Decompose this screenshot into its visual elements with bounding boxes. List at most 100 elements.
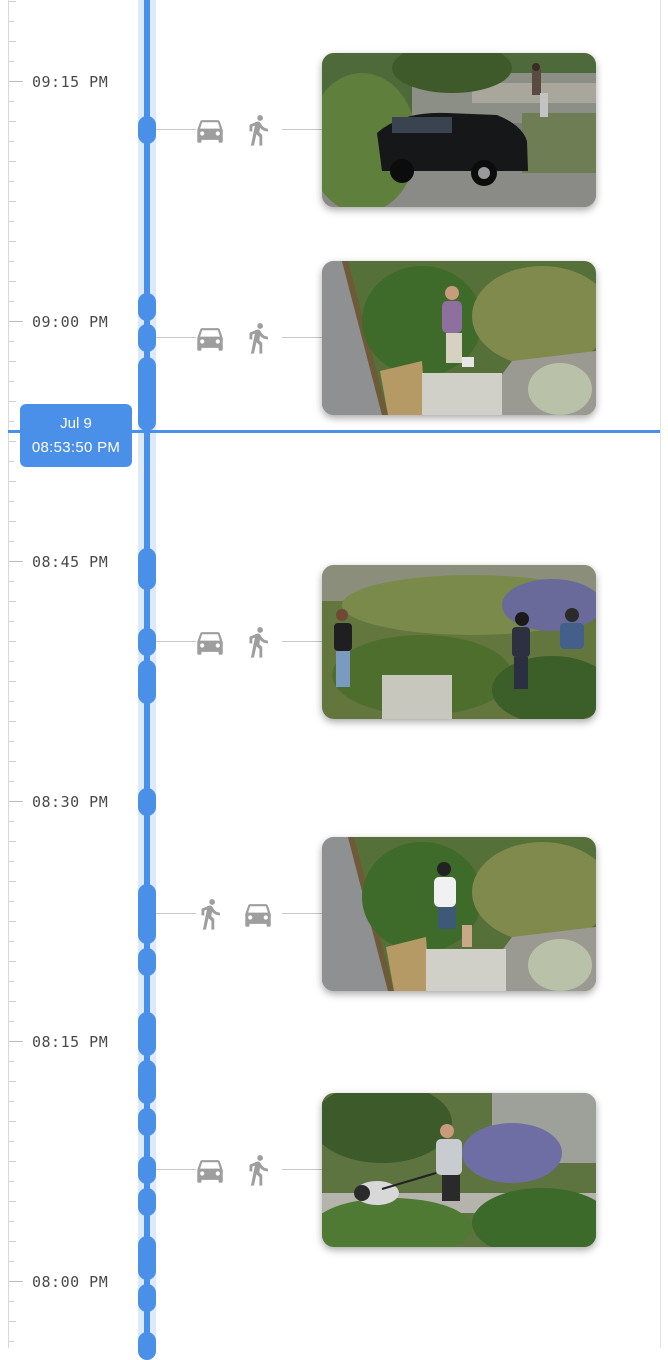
ruler-minor-tick (9, 1061, 14, 1062)
event-snapshot[interactable] (322, 261, 596, 415)
ruler-minor-tick (9, 161, 16, 162)
event-snapshot[interactable] (322, 837, 596, 991)
ruler-minor-tick (9, 1141, 14, 1142)
ruler-minor-tick (9, 641, 16, 642)
ruler-major-tick (9, 561, 23, 562)
ruler-minor-tick (9, 981, 14, 982)
ruler-minor-tick (9, 1121, 16, 1122)
ruler-minor-tick (9, 1001, 16, 1002)
event-marker[interactable] (138, 628, 156, 656)
time-label-0915: 09:15 PM (32, 73, 109, 91)
event-marker[interactable] (138, 293, 156, 321)
ruler-minor-tick (9, 761, 16, 762)
event-marker[interactable] (138, 357, 156, 431)
ruler-minor-tick (9, 401, 16, 402)
event-marker[interactable] (138, 1156, 156, 1184)
ruler-minor-tick (9, 601, 16, 602)
ruler-minor-tick (9, 681, 16, 682)
pedestrian-icon (192, 896, 228, 932)
ruler-minor-tick (9, 21, 14, 22)
current-time-badge[interactable]: Jul 9 08:53:50 PM (20, 404, 132, 467)
ruler-minor-tick (9, 341, 14, 342)
event-snapshot[interactable] (322, 565, 596, 719)
ruler-minor-tick (9, 181, 14, 182)
ruler-minor-tick (9, 1021, 14, 1022)
event-marker[interactable] (138, 1188, 156, 1216)
ruler-minor-tick (9, 281, 16, 282)
event-connector (156, 641, 196, 642)
event-connector (156, 337, 196, 338)
event-marker[interactable] (138, 1332, 156, 1360)
ruler-minor-tick (9, 201, 16, 202)
event-marker[interactable] (138, 884, 156, 944)
pedestrian-icon (240, 320, 276, 356)
event-connector (282, 337, 322, 338)
car-icon (240, 896, 276, 932)
event-connector (282, 913, 322, 914)
event-connector (156, 129, 196, 130)
ruler-minor-tick (9, 1201, 16, 1202)
ruler-minor-tick (9, 701, 14, 702)
ruler-minor-tick (9, 961, 16, 962)
ruler-minor-tick (9, 1221, 14, 1222)
ruler-minor-tick (9, 261, 14, 262)
current-time: 08:53:50 PM (31, 439, 121, 456)
ruler-minor-tick (9, 881, 16, 882)
event-marker[interactable] (138, 788, 156, 816)
ruler-minor-tick (9, 1261, 14, 1262)
ruler-minor-tick (9, 1081, 16, 1082)
ruler-minor-tick (9, 1101, 14, 1102)
ruler-major-tick (9, 321, 23, 322)
ruler-minor-tick (9, 41, 16, 42)
ruler-minor-tick (9, 241, 16, 242)
event-snapshot[interactable] (322, 53, 596, 207)
event-marker[interactable] (138, 116, 156, 144)
event-marker[interactable] (138, 1284, 156, 1312)
event-marker[interactable] (138, 1012, 156, 1056)
event-marker[interactable] (138, 660, 156, 704)
ruler-minor-tick (9, 581, 14, 582)
time-label-0900: 09:00 PM (32, 313, 109, 331)
event-snapshot[interactable] (322, 1093, 596, 1247)
ruler-minor-tick (9, 501, 14, 502)
ruler-minor-tick (9, 141, 14, 142)
ruler-minor-tick (9, 821, 14, 822)
event-connector (282, 641, 322, 642)
ruler-minor-tick (9, 621, 14, 622)
ruler-minor-tick (9, 1321, 16, 1322)
event-connector (156, 913, 196, 914)
ruler-major-tick (9, 1281, 23, 1282)
ruler-minor-tick (9, 1181, 14, 1182)
current-date: Jul 9 (60, 415, 92, 432)
pedestrian-icon (240, 112, 276, 148)
car-icon (192, 320, 228, 356)
ruler-minor-tick (9, 301, 14, 302)
ruler-minor-tick (9, 101, 14, 102)
ruler-minor-tick (9, 61, 14, 62)
ruler-minor-tick (9, 781, 14, 782)
pedestrian-icon (240, 1152, 276, 1188)
ruler-minor-tick (9, 901, 14, 902)
event-marker[interactable] (138, 324, 156, 352)
ruler-major-tick (9, 81, 23, 82)
ruler-minor-tick (9, 741, 14, 742)
ruler-major-tick (9, 801, 23, 802)
ruler-minor-tick (9, 361, 16, 362)
event-marker[interactable] (138, 948, 156, 976)
ruler-minor-tick (9, 481, 16, 482)
time-label-0830: 08:30 PM (32, 793, 109, 811)
event-connector (282, 1169, 322, 1170)
ruler-minor-tick (9, 861, 14, 862)
event-connector (156, 1169, 196, 1170)
event-marker[interactable] (138, 548, 156, 590)
event-marker[interactable] (138, 1236, 156, 1280)
ruler-minor-tick (9, 521, 16, 522)
time-label-0800: 08:00 PM (32, 1273, 109, 1291)
event-marker[interactable] (138, 1108, 156, 1136)
time-ruler (8, 0, 9, 1348)
ruler-minor-tick (9, 461, 14, 462)
ruler-minor-tick (9, 1, 16, 2)
car-icon (192, 112, 228, 148)
ruler-major-tick (9, 1041, 23, 1042)
event-marker[interactable] (138, 1060, 156, 1104)
